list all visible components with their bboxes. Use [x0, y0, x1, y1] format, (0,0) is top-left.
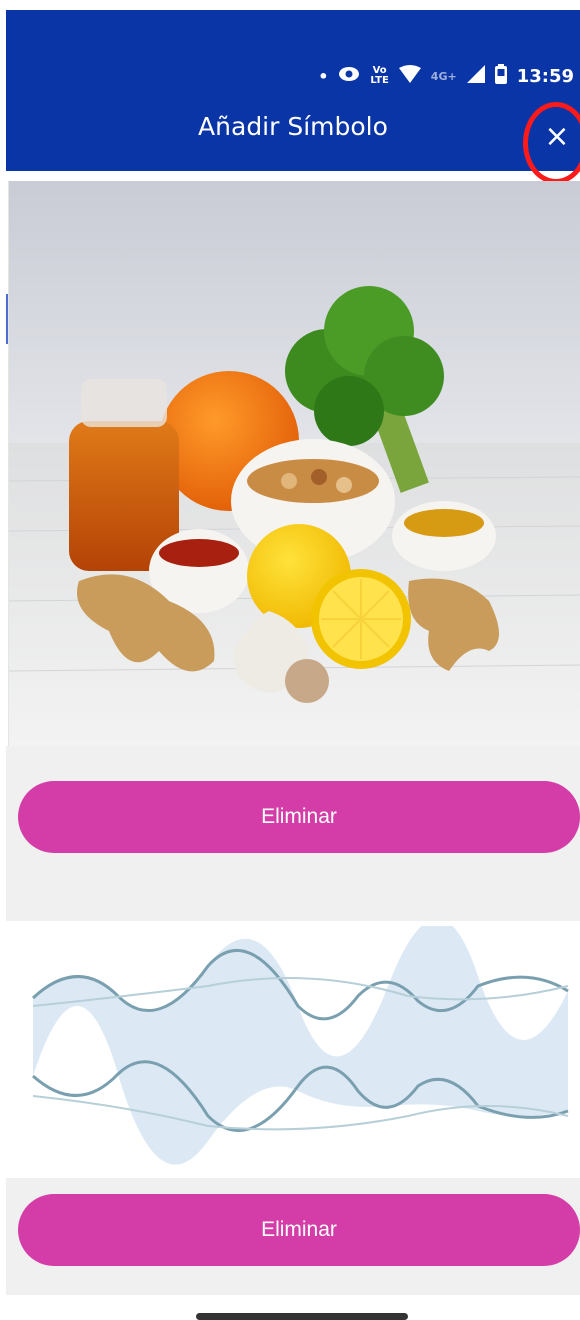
delete-button[interactable]: Eliminar	[18, 781, 580, 853]
volte-bottom: LTE	[370, 75, 389, 86]
wifi-icon	[398, 64, 421, 88]
delete-button-label: Eliminar	[261, 805, 337, 828]
symbol-image-wave	[31, 918, 569, 1165]
home-indicator[interactable]	[196, 1313, 408, 1320]
symbol-image-food	[9, 181, 580, 746]
top-margin	[0, 0, 580, 10]
delete-button[interactable]: Eliminar	[18, 1194, 580, 1266]
highlight-annotation	[523, 102, 580, 184]
network-type: 4G+	[430, 69, 457, 83]
notification-dot: •	[318, 66, 329, 86]
page-title: Añadir Símbolo	[198, 112, 388, 141]
volte-indicator: Vo LTE	[370, 66, 388, 86]
status-bar: • Vo LTE 4G+ 13:59	[318, 56, 574, 96]
symbol-card-1	[8, 181, 580, 746]
eye-icon	[338, 66, 360, 87]
battery-icon	[494, 63, 507, 89]
clock: 13:59	[516, 65, 574, 87]
delete-button-label: Eliminar	[261, 1218, 337, 1241]
symbol-card-2	[8, 918, 580, 1178]
signal-icon	[466, 64, 485, 88]
